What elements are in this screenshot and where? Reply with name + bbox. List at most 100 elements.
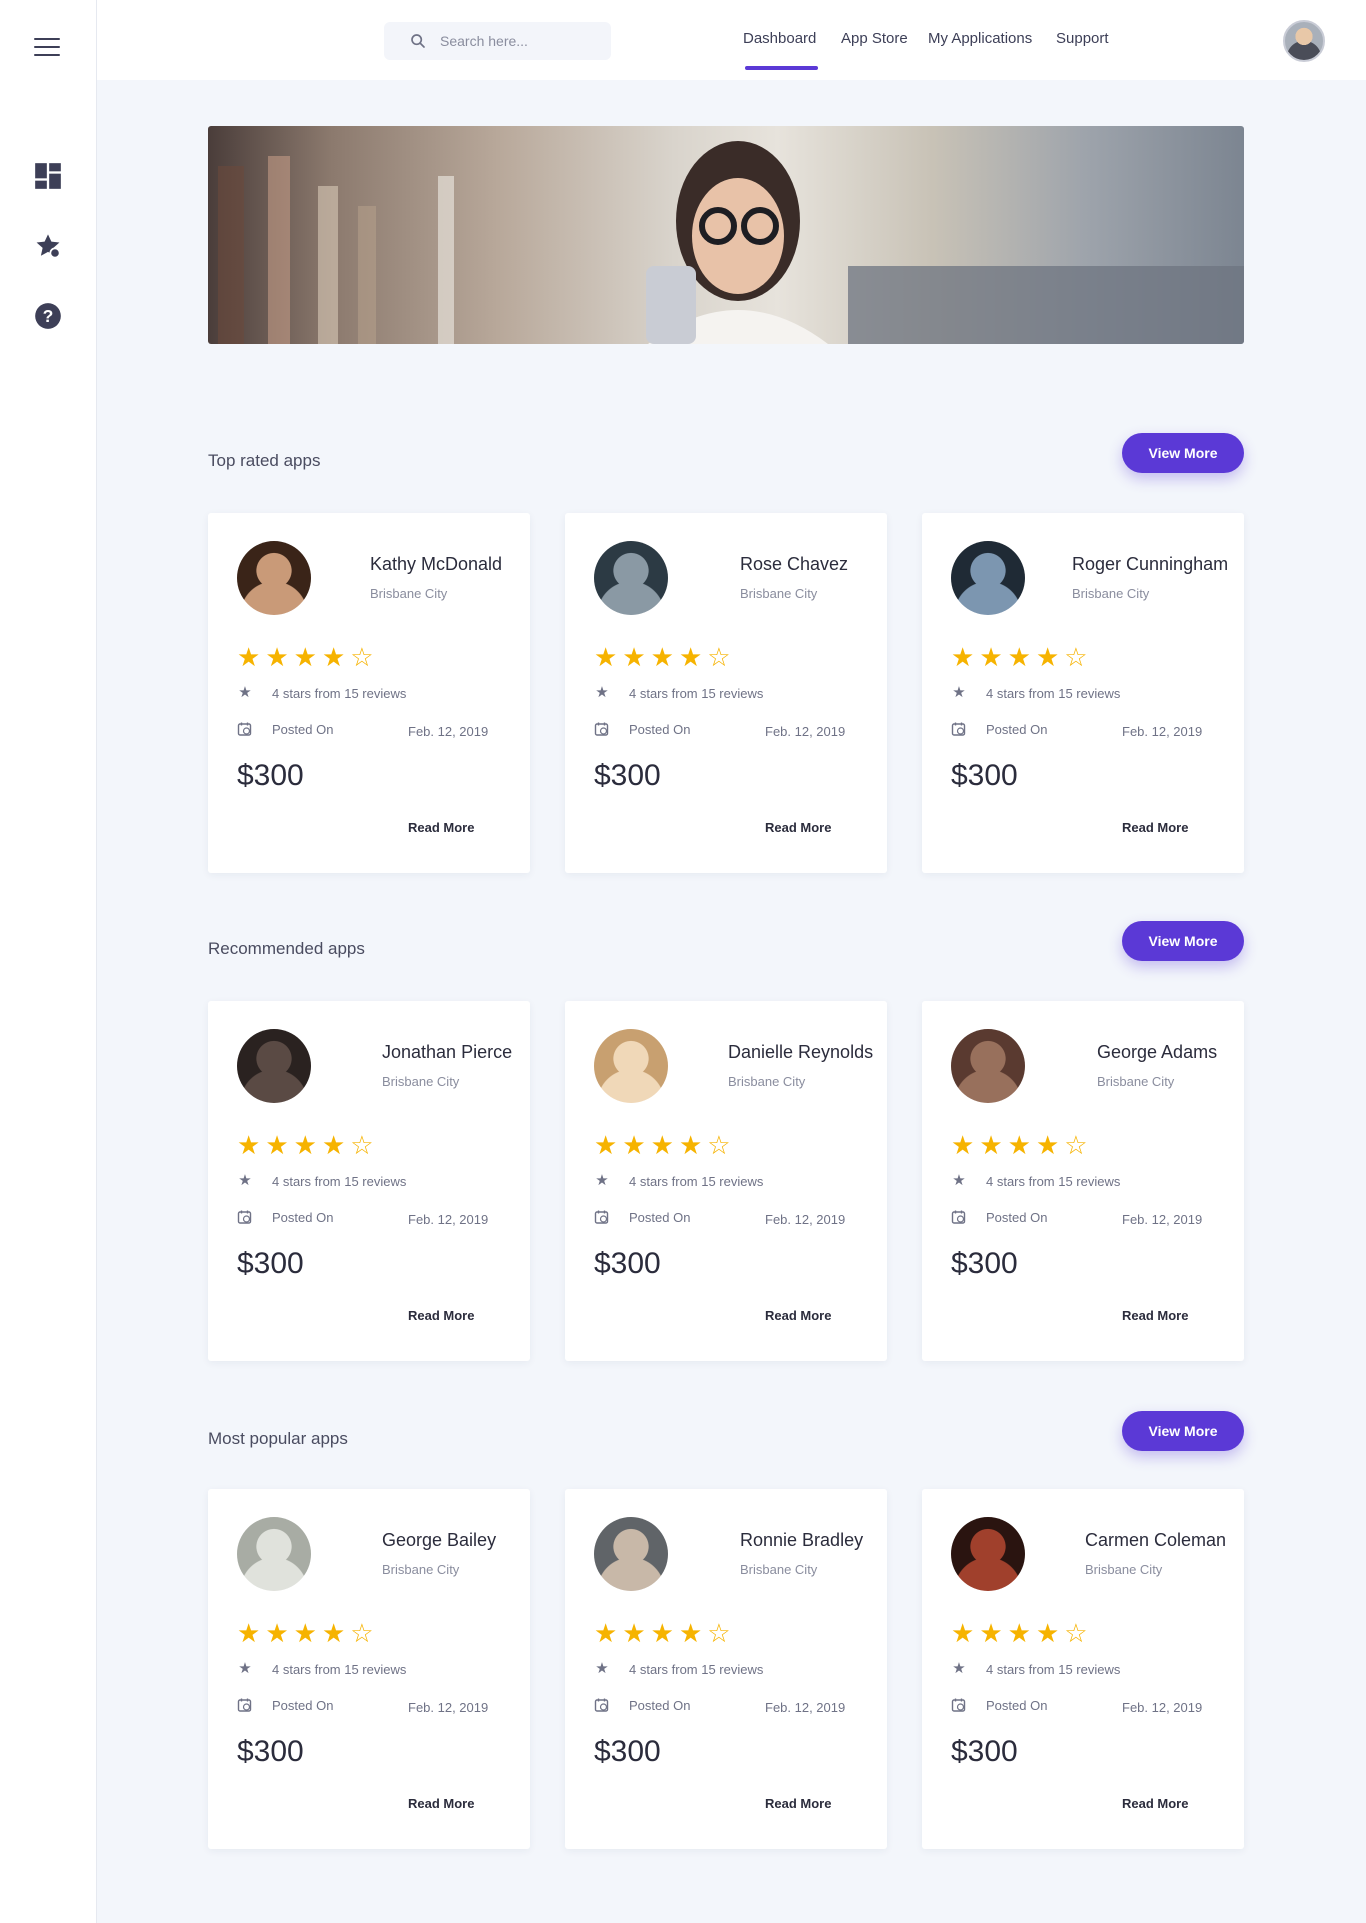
reviews-text: 4 stars from 15 reviews (629, 685, 764, 701)
star-filled-icon: ★ (622, 642, 646, 672)
user-avatar[interactable] (1283, 20, 1325, 62)
section-title: Top rated apps (208, 451, 321, 470)
star-filled-icon: ★ (650, 1130, 674, 1160)
star-settings-icon[interactable] (34, 232, 62, 260)
reviews-row: ★ 4 stars from 15 reviews (951, 1661, 1120, 1677)
view-more-button[interactable]: View More (1122, 433, 1244, 473)
posted-label: Posted On (629, 1209, 691, 1225)
posted-date: Feb. 12, 2019 (408, 724, 489, 739)
card-city: Brisbane City (740, 586, 818, 601)
star-filled-icon: ★ (622, 1618, 646, 1648)
card-name: Carmen Coleman (1085, 1530, 1227, 1550)
app-card[interactable]: Jonathan Pierce Brisbane City ★ ★ ★ ★ ☆ ★ 4 … (208, 1001, 530, 1361)
nav-my-applications[interactable]: My Applications (928, 30, 1032, 47)
read-more-link[interactable]: Read More (765, 1796, 831, 1811)
search-input[interactable] (440, 33, 600, 49)
calendar-clock-icon (237, 1698, 252, 1712)
price: $300 (237, 1735, 304, 1768)
calendar-clock-icon (594, 722, 609, 736)
posted-label: Posted On (986, 1697, 1048, 1713)
read-more-link[interactable]: Read More (1122, 820, 1188, 835)
svg-text:?: ? (43, 306, 54, 326)
read-more-link[interactable]: Read More (1122, 1796, 1188, 1811)
search-box[interactable] (384, 22, 611, 60)
star-rating: ★ ★ ★ ★ ☆ (951, 644, 1088, 670)
read-more-link[interactable]: Read More (1122, 1308, 1188, 1323)
nav-support[interactable]: Support (1056, 30, 1109, 47)
posted-row: Posted On (951, 721, 1047, 737)
star-rating: ★ ★ ★ ★ ☆ (951, 1620, 1088, 1646)
price: $300 (237, 759, 304, 792)
avatar (594, 1517, 668, 1591)
star-filled-icon: ★ (951, 642, 975, 672)
avatar (594, 541, 668, 615)
star-outline-icon: ☆ (350, 1130, 374, 1160)
reviews-text: 4 stars from 15 reviews (986, 685, 1121, 701)
avatar (237, 1517, 311, 1591)
app-card[interactable]: Kathy McDonald Brisbane City ★ ★ ★ ★ ☆ ★ 4 s… (208, 513, 530, 873)
posted-date: Feb. 12, 2019 (408, 1212, 489, 1227)
star-icon: ★ (238, 1660, 252, 1677)
star-icon: ★ (952, 684, 966, 701)
star-filled-icon: ★ (1035, 1618, 1060, 1648)
card-city: Brisbane City (728, 1074, 806, 1089)
card-city: Brisbane City (382, 1562, 460, 1577)
star-filled-icon: ★ (293, 1130, 317, 1160)
posted-label: Posted On (629, 721, 691, 737)
read-more-link[interactable]: Read More (765, 1308, 831, 1323)
posted-date: Feb. 12, 2019 (1122, 724, 1203, 739)
nav-app-store[interactable]: App Store (841, 30, 908, 47)
posted-label: Posted On (629, 1697, 691, 1713)
read-more-link[interactable]: Read More (408, 1796, 474, 1811)
nav-dashboard[interactable]: Dashboard (743, 30, 819, 70)
star-filled-icon: ★ (951, 1618, 975, 1648)
read-more-link[interactable]: Read More (408, 820, 474, 835)
reviews-row: ★ 4 stars from 15 reviews (951, 1173, 1120, 1189)
star-filled-icon: ★ (265, 642, 289, 672)
star-filled-icon: ★ (1035, 1130, 1060, 1160)
posted-row: Posted On (951, 1697, 1047, 1713)
posted-row: Posted On (594, 1697, 690, 1713)
posted-date: Feb. 12, 2019 (1122, 1212, 1203, 1227)
posted-label: Posted On (986, 721, 1048, 737)
star-filled-icon: ★ (979, 1130, 1003, 1160)
view-more-button[interactable]: View More (1122, 921, 1244, 961)
star-filled-icon: ★ (293, 642, 317, 672)
card-city: Brisbane City (1072, 586, 1150, 601)
app-card[interactable]: Rose Chavez Brisbane City ★ ★ ★ ★ ☆ ★ 4 star… (565, 513, 887, 873)
section-title: Most popular apps (208, 1429, 348, 1448)
star-filled-icon: ★ (1007, 1618, 1031, 1648)
read-more-link[interactable]: Read More (765, 820, 831, 835)
reviews-text: 4 stars from 15 reviews (272, 1661, 407, 1677)
reviews-text: 4 stars from 15 reviews (272, 685, 407, 701)
card-city: Brisbane City (740, 1562, 818, 1577)
app-card[interactable]: George Bailey Brisbane City ★ ★ ★ ★ ☆ ★ 4 st… (208, 1489, 530, 1849)
card-name: Rose Chavez (740, 554, 849, 574)
price: $300 (594, 1735, 661, 1768)
app-card[interactable]: George Adams Brisbane City ★ ★ ★ ★ ☆ ★ 4 sta… (922, 1001, 1244, 1361)
posted-label: Posted On (272, 721, 334, 737)
read-more-link[interactable]: Read More (408, 1308, 474, 1323)
card-name: Danielle Reynolds (728, 1042, 874, 1062)
app-card[interactable]: Ronnie Bradley Brisbane City ★ ★ ★ ★ ☆ ★ 4 s… (565, 1489, 887, 1849)
calendar-clock-icon (951, 1698, 966, 1712)
sidebar: ? (0, 0, 97, 1923)
view-more-button[interactable]: View More (1122, 1411, 1244, 1451)
reviews-text: 4 stars from 15 reviews (986, 1173, 1121, 1189)
star-icon: ★ (595, 1660, 609, 1677)
app-card[interactable]: Danielle Reynolds Brisbane City ★ ★ ★ ★ ☆ ★ … (565, 1001, 887, 1361)
help-icon[interactable]: ? (34, 302, 62, 330)
card-city: Brisbane City (382, 1074, 460, 1089)
app-card[interactable]: Roger Cunningham Brisbane City ★ ★ ★ ★ ☆ ★ 4… (922, 513, 1244, 873)
posted-row: Posted On (237, 1697, 333, 1713)
price: $300 (951, 1247, 1018, 1280)
star-rating: ★ ★ ★ ★ ☆ (237, 1620, 374, 1646)
hero-illustration (218, 141, 1244, 344)
price: $300 (951, 759, 1018, 792)
price: $300 (951, 1735, 1018, 1768)
app-card[interactable]: Carmen Coleman Brisbane City ★ ★ ★ ★ ☆ ★ 4 s… (922, 1489, 1244, 1849)
avatar (594, 1029, 668, 1103)
dashboard-icon[interactable] (34, 162, 62, 190)
posted-date: Feb. 12, 2019 (408, 1700, 489, 1715)
menu-icon[interactable] (34, 38, 60, 58)
